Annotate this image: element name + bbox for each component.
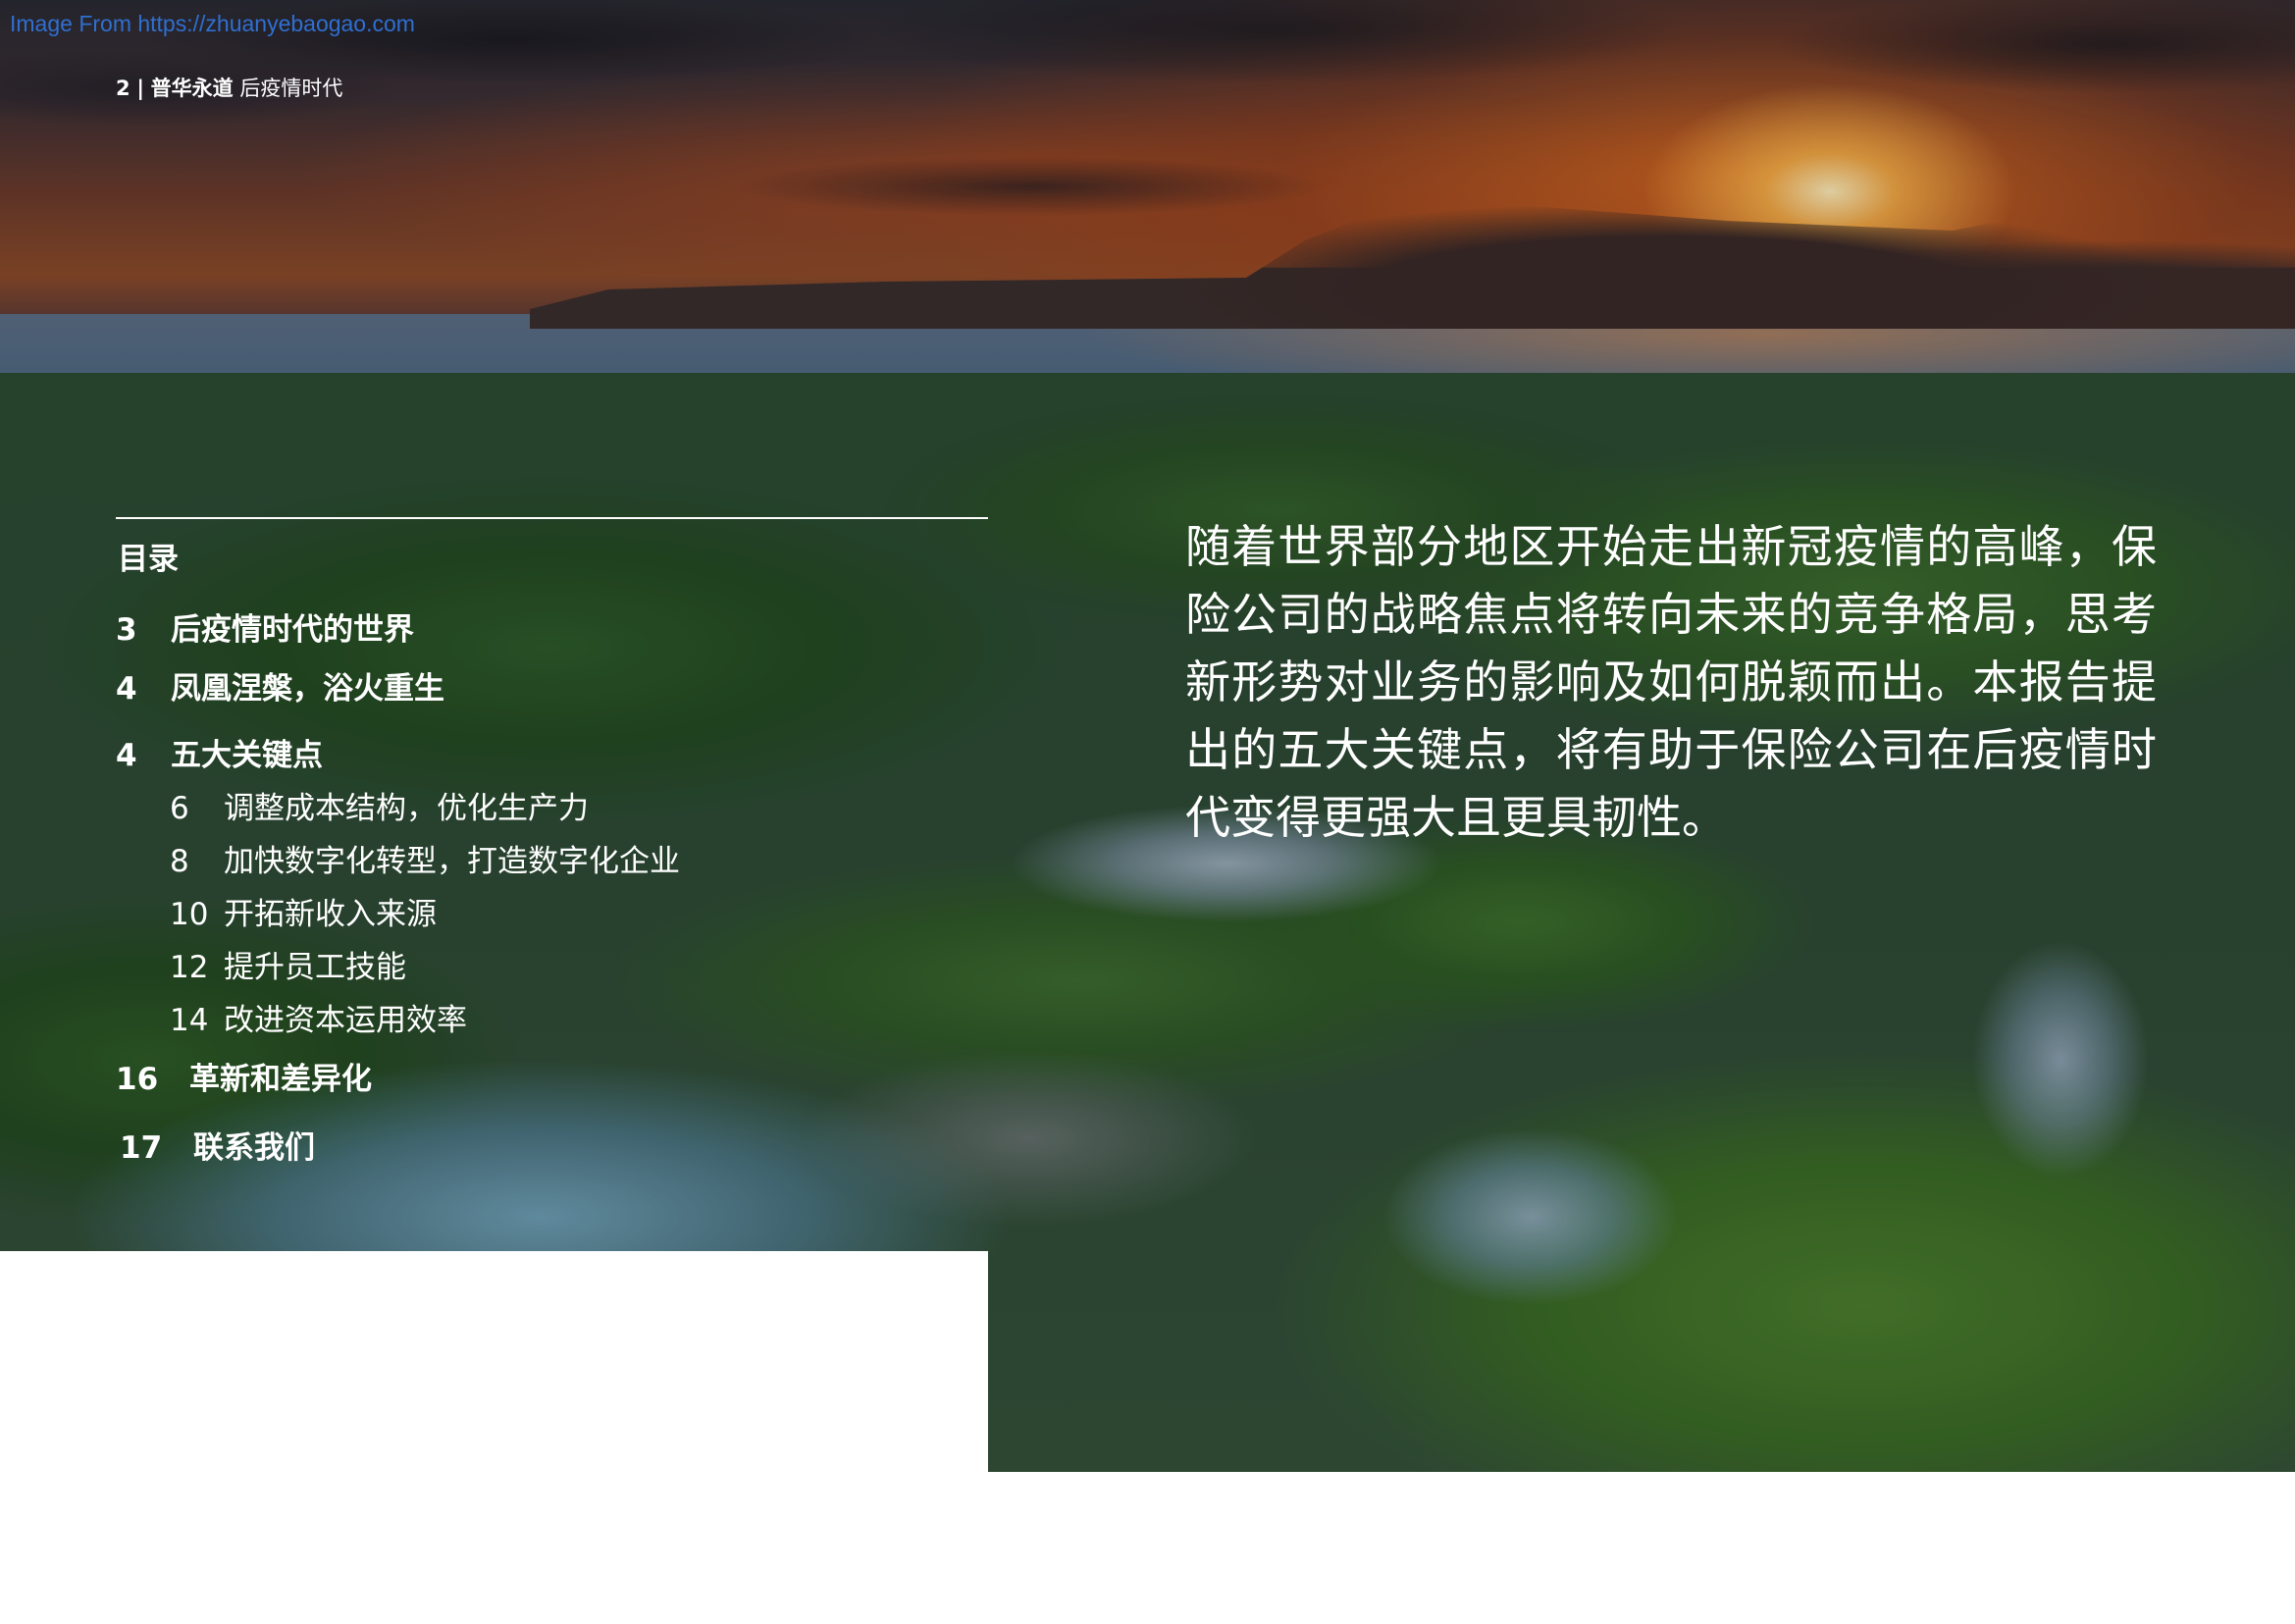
toc-title: 加快数字化转型，打造数字化企业 bbox=[224, 844, 680, 879]
toc-subitem[interactable]: 12 提升员工技能 bbox=[170, 942, 406, 986]
toc-subitem[interactable]: 6 调整成本结构，优化生产力 bbox=[170, 783, 589, 827]
toc-page-number: 6 bbox=[170, 791, 189, 826]
toc-title: 开拓新收入来源 bbox=[224, 897, 437, 932]
page-number: 2 bbox=[116, 77, 130, 100]
toc-title: 联系我们 bbox=[193, 1130, 315, 1166]
page-header: 2 | 普华永道 后疫情时代 bbox=[116, 73, 342, 102]
toc-page-number: 16 bbox=[116, 1062, 159, 1097]
brand-name: 普华永道 bbox=[150, 77, 234, 100]
toc-page-number: 3 bbox=[116, 612, 137, 648]
white-cutout-block bbox=[0, 1251, 988, 1477]
toc-item[interactable]: 17 联系我们 bbox=[120, 1123, 315, 1167]
header-separator: | bbox=[136, 77, 144, 100]
toc-page-number: 14 bbox=[170, 1003, 209, 1038]
source-watermark-link[interactable]: Image From https://zhuanyebaogao.com bbox=[10, 11, 415, 37]
toc-title: 五大关键点 bbox=[171, 738, 323, 773]
toc-item[interactable]: 4 五大关键点 bbox=[116, 730, 323, 774]
toc-item[interactable]: 16 革新和差异化 bbox=[116, 1054, 372, 1098]
toc-title: 革新和差异化 bbox=[189, 1062, 372, 1097]
toc-subitem[interactable]: 10 开拓新收入来源 bbox=[170, 889, 437, 933]
toc-title: 凤凰涅槃，浴火重生 bbox=[171, 671, 444, 707]
toc-title: 改进资本运用效率 bbox=[224, 1003, 467, 1038]
toc-title: 后疫情时代的世界 bbox=[171, 612, 414, 648]
toc-subitem[interactable]: 14 改进资本运用效率 bbox=[170, 995, 467, 1039]
toc-title: 提升员工技能 bbox=[224, 950, 406, 985]
section-name: 后疫情时代 bbox=[239, 77, 343, 100]
toc-subitem[interactable]: 8 加快数字化转型，打造数字化企业 bbox=[170, 836, 680, 880]
toc-heading: 目录 bbox=[118, 542, 179, 577]
toc-page-number: 10 bbox=[170, 897, 209, 932]
toc-page-number: 17 bbox=[120, 1130, 163, 1166]
toc-page-number: 4 bbox=[116, 671, 137, 707]
toc-item[interactable]: 3 后疫情时代的世界 bbox=[116, 604, 414, 649]
toc-page-number: 4 bbox=[116, 738, 137, 773]
intro-paragraph: 随着世界部分地区开始走出新冠疫情的高峰，保险公司的战略焦点将转向未来的竞争格局，… bbox=[1185, 520, 2157, 844]
toc-divider bbox=[116, 517, 988, 519]
toc-page-number: 12 bbox=[170, 950, 209, 985]
toc-item[interactable]: 4 凤凰涅槃，浴火重生 bbox=[116, 663, 444, 707]
toc-title: 调整成本结构，优化生产力 bbox=[224, 791, 589, 826]
toc-page-number: 8 bbox=[170, 844, 189, 879]
